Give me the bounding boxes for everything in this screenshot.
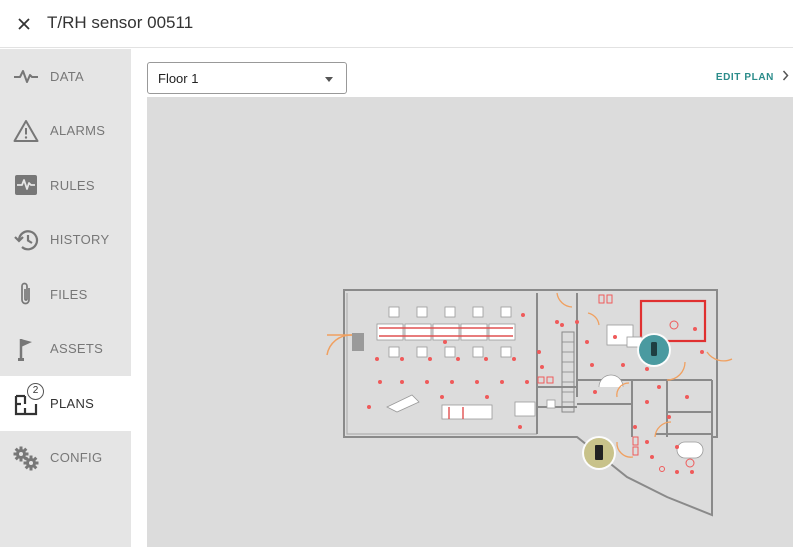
edit-plan-link[interactable]: EDIT PLAN [716,70,789,84]
main-panel: Floor 1 EDIT PLAN [131,49,793,547]
plans-count-badge: 2 [27,383,44,400]
floor-select-value: Floor 1 [158,71,199,86]
gears-icon [12,444,40,472]
header: T/RH sensor 00511 [0,0,793,48]
warning-triangle-icon [12,117,40,145]
floor-plan [326,289,733,517]
sidebar-item-label: PLANS [50,395,95,411]
history-icon [12,226,40,254]
sidebar-item-config[interactable]: CONFIG [0,431,131,486]
sidebar-item-alarms[interactable]: ALARMS [0,104,131,159]
caret-down-icon [325,77,333,82]
sensor-marker-olive [582,436,616,470]
sidebar: DATA ALARMS RULES HISTORY FILES ASSETS 2… [0,49,131,547]
chevron-right-icon [782,70,789,84]
paperclip-icon [12,280,40,308]
sidebar-item-history[interactable]: HISTORY [0,213,131,268]
sidebar-item-rules[interactable]: RULES [0,158,131,213]
sidebar-item-label: CONFIG [50,450,103,466]
floor-select[interactable]: Floor 1 [147,62,347,94]
sidebar-item-label: DATA [50,68,84,84]
sidebar-item-label: ALARMS [50,123,106,139]
sidebar-item-label: ASSETS [50,341,104,357]
sidebar-item-assets[interactable]: ASSETS [0,322,131,377]
edit-plan-label: EDIT PLAN [715,71,774,83]
close-icon[interactable] [14,14,34,34]
sidebar-item-label: RULES [50,177,95,193]
page-title: T/RH sensor 00511 [47,13,194,32]
pulse-icon [12,62,40,90]
sidebar-item-label: HISTORY [50,232,110,248]
sidebar-item-plans[interactable]: 2 PLANS [0,376,131,431]
floor-plan-canvas[interactable] [147,97,793,547]
sidebar-item-data[interactable]: DATA [0,49,131,104]
flag-icon [12,335,40,363]
sidebar-item-files[interactable]: FILES [0,267,131,322]
sidebar-item-label: FILES [50,286,88,302]
rules-pulse-box-icon [12,171,40,199]
sensor-marker-teal [637,333,671,367]
